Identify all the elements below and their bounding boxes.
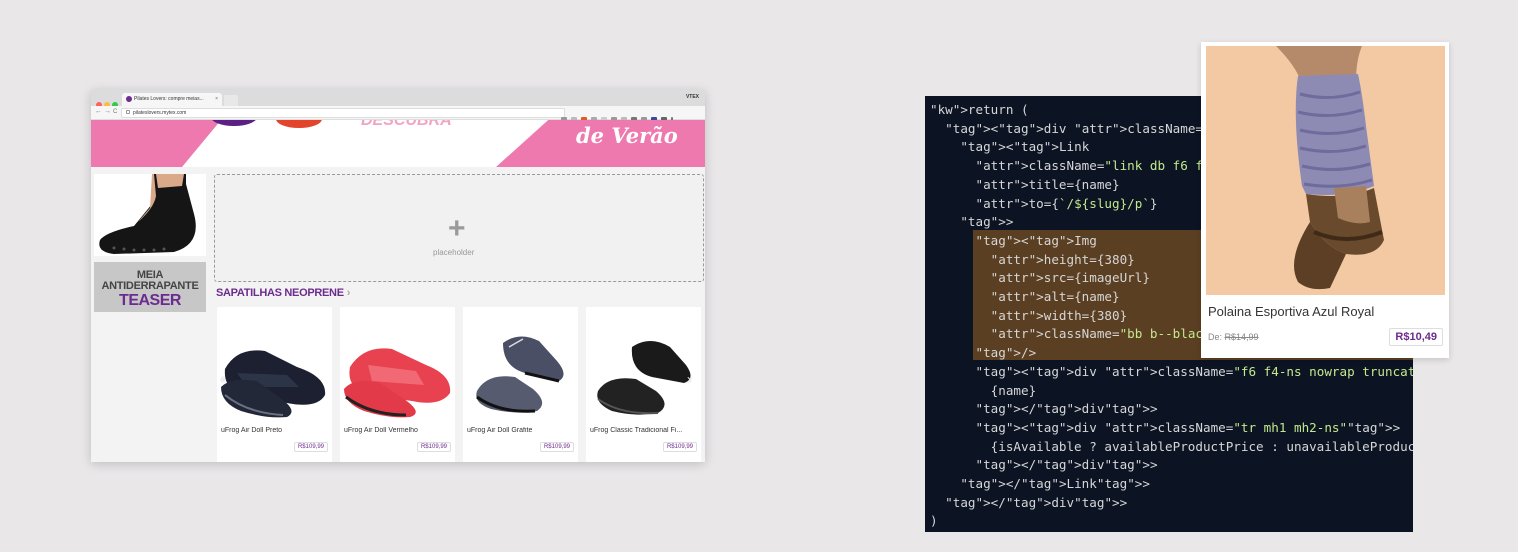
product-price: R$109,99 — [416, 442, 451, 452]
reload-icon[interactable]: C — [113, 109, 117, 115]
product-price: R$109,99 — [293, 442, 328, 452]
placeholder-label: placeholder — [433, 248, 475, 257]
product-name: uFrog Air Doll Vermelho — [344, 427, 418, 434]
code-line: "tag"></"tag">div"tag">> — [975, 401, 1158, 417]
leg-warmer-image — [1206, 46, 1445, 295]
chevron-right-icon: › — [346, 287, 351, 299]
banner-text: de Verão — [576, 123, 678, 148]
product-price: R$109,99 — [539, 442, 574, 452]
vendor-label: VTEX — [685, 94, 699, 100]
code-line: ) — [930, 513, 938, 529]
carousel-next-icon[interactable]: › — [687, 372, 691, 386]
shoe-image — [217, 317, 332, 422]
old-price: De: R$14,99 — [1208, 332, 1259, 342]
lock-icon — [126, 110, 130, 114]
teaser-block[interactable]: MEIA ANTIDERRAPANTE TEASER — [94, 174, 206, 312]
shoe-image — [586, 317, 701, 422]
browser-tab[interactable]: Pilates Lovers: compre meias... × — [122, 93, 222, 106]
product-price: R$10,49 — [1389, 328, 1443, 346]
shoe-image — [340, 317, 455, 422]
product-card[interactable]: uFrog Classic Tradicional Fi... R$109,99 — [586, 307, 701, 462]
product-name: Polaina Esportiva Azul Royal — [1208, 304, 1375, 319]
code-line: {isAvailable ? availableProductPrice : u… — [930, 438, 1413, 454]
extension-icons — [561, 110, 701, 123]
product-name: uFrog Air Doll Grafite — [467, 427, 533, 434]
shelf-title[interactable]: SAPATILHAS NEOPRENE › — [216, 287, 350, 299]
code-line: "tag"><"tag">div "attr">className="f6 f4… — [975, 363, 1414, 379]
placeholder-slot[interactable]: + placeholder — [214, 174, 704, 282]
page-content: MEIA ANTIDERRAPANTE TEASER + placeholder… — [91, 167, 705, 462]
shoe-image — [463, 317, 578, 422]
product-name: uFrog Air Doll Preto — [221, 427, 283, 434]
teaser-line-2: ANTIDERRAPANTE — [101, 280, 199, 292]
product-card-preview[interactable]: Polaina Esportiva Azul Royal De: R$14,99… — [1201, 42, 1449, 358]
url-text: pilateslovers.mytex.com — [133, 110, 187, 116]
product-name: uFrog Classic Tradicional Fi... — [590, 427, 683, 434]
forward-icon[interactable]: → — [104, 108, 111, 115]
plus-icon: + — [448, 212, 466, 245]
code-line: {name} — [930, 382, 1037, 398]
product-card[interactable]: uFrog Air Doll Vermelho R$109,99 — [340, 307, 455, 462]
code-line: "tag"></"tag">div"tag">> — [975, 457, 1158, 473]
new-tab-button[interactable] — [224, 95, 238, 106]
hero-banner[interactable]: DESCUBRA de Verão — [91, 120, 705, 167]
back-icon[interactable]: ← — [95, 108, 102, 115]
banner-ball-image — [211, 120, 257, 126]
banner-shape — [91, 120, 221, 167]
url-input[interactable]: pilateslovers.mytex.com — [121, 108, 565, 118]
carousel-prev-icon[interactable]: ‹ — [221, 372, 225, 386]
code-line: "tag"><"tag">div "attr">className="tr mh… — [975, 419, 1401, 435]
product-card[interactable]: uFrog Air Doll Grafite R$109,99 — [463, 307, 578, 462]
old-price-value: R$14,99 — [1224, 332, 1259, 342]
address-bar: ← → C pilateslovers.mytex.com — [91, 106, 705, 123]
teaser-label-box: MEIA ANTIDERRAPANTE TEASER — [94, 262, 206, 312]
product-price: R$109,99 — [662, 442, 697, 452]
browser-titlebar: Pilates Lovers: compre meias... × VTEX — [91, 90, 705, 108]
banner-partial-text: DESCUBRA — [361, 120, 452, 129]
tab-close-icon[interactable]: × — [215, 96, 218, 102]
favicon-icon — [126, 96, 132, 102]
teaser-line-3: TEASER — [119, 292, 181, 309]
code-line: "tag"></"tag">div"tag">> — [945, 494, 1128, 510]
sock-image — [94, 174, 206, 256]
code-line: "tag"></"tag">Link"tag">> — [960, 476, 1150, 492]
banner-ball-image — [276, 120, 322, 128]
browser-window: Pilates Lovers: compre meias... × VTEX ←… — [91, 90, 705, 462]
product-card[interactable]: uFrog Air Doll Preto R$109,99 — [217, 307, 332, 462]
shelf-title-text: SAPATILHAS NEOPRENE — [216, 287, 344, 299]
tab-title: Pilates Lovers: compre meias... — [134, 96, 204, 102]
old-price-prefix: De: — [1208, 332, 1223, 342]
